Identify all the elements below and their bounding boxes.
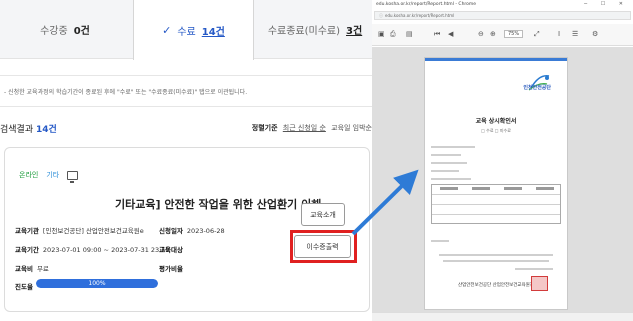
doc-text-line [431, 154, 461, 156]
settings-icon[interactable]: ⚙ [592, 30, 598, 38]
sort-label: 정렬기준 [251, 124, 278, 132]
first-page-icon[interactable]: ⏮ [434, 30, 440, 39]
zoom-in-icon[interactable]: ⊕ [490, 30, 496, 38]
info-target: 교육대상 [159, 244, 187, 254]
info-period: 교육기간 2023-07-01 09:00 ~ 2023-07-31 23:59 [15, 244, 170, 254]
page-topbar [425, 58, 567, 61]
url-text: edu.kosha.or.kr/report/Report.html [385, 13, 455, 18]
tab-count: 0건 [73, 26, 90, 37]
doc-text-line [439, 254, 553, 256]
info-label: 교육기관 [15, 227, 39, 235]
doc-text-line [515, 268, 553, 270]
certificate-window: edu.kosha.or.kr/report/Report.html - Chr… [372, 0, 633, 321]
course-intro-button[interactable]: 교육소개 [301, 203, 345, 226]
info-label: 신청일자 [159, 227, 183, 235]
sidebar-icon[interactable]: ▤ [406, 30, 413, 38]
pan-icon[interactable]: ☰ [572, 30, 578, 38]
info-fee: 교육비 무료 [15, 263, 49, 273]
doc-text-line [443, 260, 549, 262]
doc-cell [440, 187, 458, 190]
course-card: 온라인 기타 기타교육] 안전한 작업을 위한 산업환기 이해 교육기관 [인천보… [4, 147, 370, 312]
tab-count: 14건 [201, 26, 225, 38]
info-label: 교육대상 [159, 246, 183, 254]
info-eval: 평가비율 [159, 263, 187, 273]
course-title: 기타교육] 안전한 작업을 위한 산업환기 이해 [115, 198, 322, 211]
progress-fill: 100% [36, 279, 158, 288]
info-apply-date: 신청일자 2023-06-28 [159, 225, 225, 235]
info-value: [인천보건공단] 산업안전보건교육원e [42, 227, 144, 235]
status-bar [372, 312, 633, 321]
zoom-select[interactable]: 75% [504, 30, 524, 38]
doc-text-line [431, 178, 471, 180]
info-value: 2023-06-28 [186, 227, 225, 235]
info-label: 교육비 [15, 265, 33, 273]
doc-title: 교육 상시확인서 [475, 118, 517, 125]
doc-text-line [431, 240, 449, 242]
doc-cell [472, 187, 490, 190]
tab-ended-incomplete[interactable]: 수료종료(미수료) 3건 [258, 0, 372, 59]
zoom-out-icon[interactable]: ⊖ [478, 30, 484, 38]
doc-table-row [432, 205, 560, 215]
doc-subtitle: □ 수료 □ 미수료 [481, 128, 511, 133]
org-name: 인천안전공단 [523, 85, 551, 91]
doc-text-line [431, 170, 459, 172]
tab-count: 3건 [346, 26, 363, 37]
tab-completed[interactable]: ✓ 수료 14건 [133, 0, 254, 60]
badge-online: 온라인 [19, 171, 39, 179]
progress-label: 진도율 [15, 283, 33, 291]
doc-table-row [432, 195, 560, 205]
result-number: 14건 [36, 125, 57, 135]
sort-option-recent[interactable]: 최근 신청일 순 [283, 124, 326, 132]
info-label: 평가비율 [159, 265, 183, 273]
info-org: 교육기관 [인천보건공단] 산업안전보건교육원e [15, 225, 144, 235]
text-select-icon[interactable]: Ⅰ [558, 30, 560, 38]
doc-table [431, 184, 561, 224]
fit-page-icon[interactable]: ⤢ [534, 30, 540, 39]
monitor-icon [67, 170, 79, 183]
tab-in-progress[interactable]: 수강중 0건 [0, 0, 130, 59]
status-tabbar: 수강중 0건 ✓ 수료 14건 수료종료(미수료) 3건 [0, 0, 372, 60]
tab-label: 수료 [177, 26, 196, 38]
course-list-panel: 수강중 0건 ✓ 수료 14건 수료종료(미수료) 3건 - 신청한 교육과정의… [0, 0, 372, 321]
result-row: 검색결과 14건 정렬기준 최근 신청일 순 교육일 임박순 [0, 118, 372, 138]
info-value: 2023-07-01 09:00 ~ 2023-07-31 23:59 [42, 246, 170, 254]
prev-page-icon[interactable]: ◀ [448, 30, 453, 38]
notice-text: - 신청한 교육과정의 학습기간이 종료된 후에 "수료" 또는 "수료종료(미… [0, 75, 372, 107]
progress-bar: 100% [36, 279, 158, 288]
sort-option-imminent[interactable]: 교육일 임박순 [331, 124, 372, 132]
info-icon: ⓘ [379, 13, 383, 18]
result-label: 검색결과 [0, 125, 34, 135]
highlight-box [290, 230, 357, 263]
result-count: 검색결과 14건 [0, 122, 57, 135]
info-label: 교육기간 [15, 246, 39, 254]
address-bar[interactable]: ⓘ edu.kosha.or.kr/report/Report.html [374, 11, 631, 20]
badge-etc: 기타 [46, 171, 60, 179]
official-stamp [531, 276, 548, 291]
doc-text-line [431, 146, 475, 148]
pdf-toolbar: ▣ ⎙ ▤ ⏮ ◀ ⊖ ⊕ 75% ⤢ Ⅰ ☰ ⚙ [372, 24, 633, 46]
check-icon: ✓ [162, 23, 172, 37]
tab-label: 수료종료(미수료) [267, 26, 341, 37]
doc-text-line [431, 162, 467, 164]
course-badges: 온라인 기타 [19, 170, 79, 183]
sort-options: 정렬기준 최근 신청일 순 교육일 임박순 [252, 123, 372, 133]
doc-cell [536, 187, 554, 190]
tab-label: 수강중 [40, 26, 68, 37]
info-value: 무료 [36, 265, 49, 273]
window-controls[interactable]: ─ ☐ ✕ [584, 1, 629, 7]
certificate-page: 인천안전공단 교육 상시확인서 □ 수료 □ 미수료 산업안전보건공단 산업안전… [424, 57, 568, 310]
print-icon[interactable]: ⎙ [390, 30, 396, 39]
pdf-viewer[interactable]: 인천안전공단 교육 상시확인서 □ 수료 □ 미수료 산업안전보건공단 산업안전… [372, 47, 633, 312]
save-icon[interactable]: ▣ [378, 30, 385, 38]
doc-cell [504, 187, 522, 190]
